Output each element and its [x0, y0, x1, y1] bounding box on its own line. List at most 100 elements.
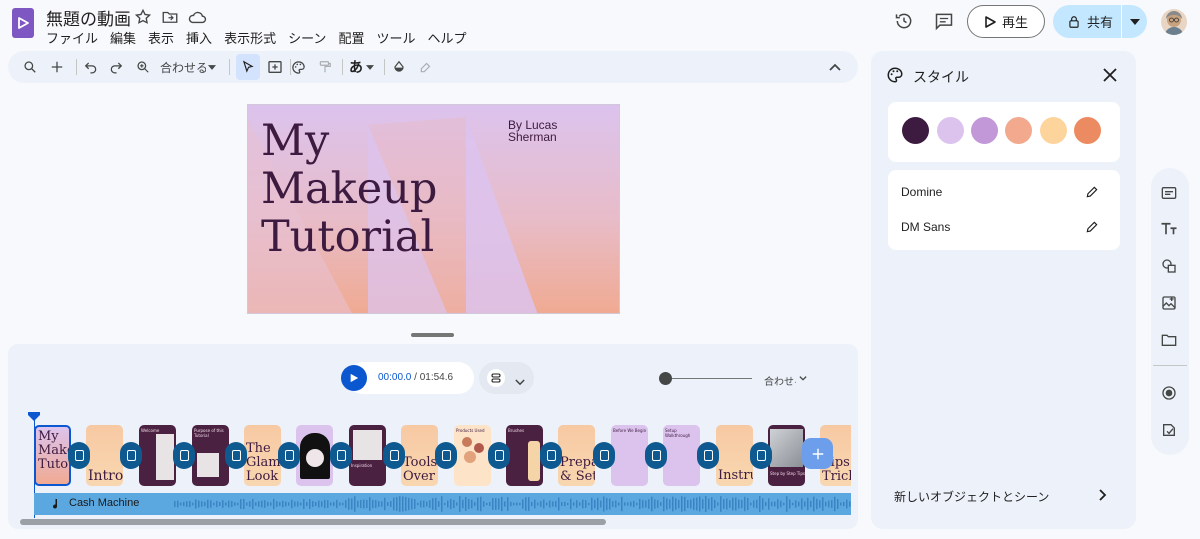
zoom-select[interactable]: 合わせる: [160, 59, 216, 76]
color-swatch[interactable]: [1040, 117, 1067, 144]
move-to-folder-icon[interactable]: [161, 8, 179, 26]
scene-thumbnail[interactable]: Inspiration: [349, 425, 386, 486]
text-box-icon[interactable]: [265, 57, 285, 77]
timeline-zoom-slider[interactable]: [659, 372, 672, 385]
fill-color-icon[interactable]: [389, 57, 409, 77]
zoom-select-label: 合わせる: [160, 61, 206, 75]
transition-button[interactable]: [750, 442, 772, 469]
transition-button[interactable]: [593, 442, 615, 469]
chevron-down-icon: [799, 376, 807, 381]
transition-button[interactable]: [173, 442, 195, 469]
scene-thumbnail[interactable]: Products Used: [454, 425, 491, 486]
scene-thumbnail[interactable]: [296, 425, 333, 486]
scene-thumbnail[interactable]: Purpose of this Tutorial: [192, 425, 229, 486]
chevron-right-icon[interactable]: [1099, 489, 1107, 504]
transition-button[interactable]: [383, 442, 405, 469]
menu-tools[interactable]: ツール: [370, 28, 421, 47]
heading-font-name: Domine: [901, 185, 943, 199]
slide-canvas[interactable]: My Makeup Tutorial By Lucas Sherman: [247, 104, 620, 314]
timeline-play-button[interactable]: [341, 365, 367, 391]
transition-button[interactable]: [488, 442, 510, 469]
scene-thumbnail[interactable]: Prepa & Set: [558, 425, 595, 486]
record-icon[interactable]: [1159, 383, 1179, 403]
document-title[interactable]: 無題の動画: [46, 5, 131, 30]
color-swatch[interactable]: [902, 117, 929, 144]
transition-button[interactable]: [540, 442, 562, 469]
transition-button[interactable]: [645, 442, 667, 469]
history-icon[interactable]: [888, 5, 920, 37]
menu-insert[interactable]: 挿入: [180, 28, 218, 47]
color-swatch[interactable]: [937, 117, 964, 144]
timeline-zoom-track[interactable]: [664, 378, 752, 379]
slide-title[interactable]: My Makeup Tutorial: [261, 117, 437, 261]
timeline-zoom-select[interactable]: 合わせる: [764, 373, 807, 388]
scene-thumbnail[interactable]: Intro: [86, 425, 123, 486]
add-icon[interactable]: [47, 57, 67, 77]
scene-thumbnail[interactable]: Welcome: [139, 425, 176, 486]
transition-button[interactable]: [68, 442, 90, 469]
add-scene-button[interactable]: [802, 438, 833, 469]
close-icon[interactable]: [1103, 68, 1117, 85]
transition-button[interactable]: [697, 442, 719, 469]
folder-icon[interactable]: [1159, 330, 1179, 350]
menu-file[interactable]: ファイル: [46, 28, 104, 47]
caret-down-icon: [1129, 18, 1140, 25]
menu-bar: ファイル 編集 表示 挿入 表示形式 シーン 配置 ツール ヘルプ: [46, 28, 472, 47]
menu-format[interactable]: 表示形式: [218, 28, 282, 47]
layout-icon[interactable]: [1159, 183, 1179, 203]
border-color-icon[interactable]: [416, 57, 436, 77]
scene-thumbnail[interactable]: Tools Over: [401, 425, 438, 486]
collapse-toolbar-icon[interactable]: [825, 57, 845, 77]
transition-button[interactable]: [278, 442, 300, 469]
play-button[interactable]: 再生: [967, 5, 1045, 38]
menu-view[interactable]: 表示: [142, 28, 180, 47]
color-swatch[interactable]: [1005, 117, 1032, 144]
transition-button[interactable]: [225, 442, 247, 469]
search-icon[interactable]: [20, 57, 40, 77]
chevron-down-icon[interactable]: [515, 374, 525, 389]
scene-thumbnail[interactable]: Brushes: [506, 425, 543, 486]
transition-button[interactable]: [120, 442, 142, 469]
edit-pencil-icon[interactable]: [1085, 220, 1099, 237]
share-dropdown-button[interactable]: [1121, 5, 1147, 38]
audio-track[interactable]: Cash Machine: [34, 493, 851, 515]
star-icon[interactable]: [134, 8, 152, 26]
zoom-icon[interactable]: [133, 57, 153, 77]
scene-thumbnail[interactable]: The Glam Look: [244, 425, 281, 486]
scene-thumbnail[interactable]: My Make Tuto: [34, 425, 71, 486]
palette-icon[interactable]: [288, 57, 308, 77]
new-objects-link[interactable]: 新しいオブジェクトとシーン: [894, 488, 1049, 505]
scene-thumbnail[interactable]: Step by Step Tips: [768, 425, 805, 486]
color-swatch[interactable]: [971, 117, 998, 144]
cloud-status-icon[interactable]: [187, 8, 207, 26]
select-cursor-icon[interactable]: [238, 57, 258, 77]
shapes-icon[interactable]: [1159, 256, 1179, 276]
text-icon[interactable]: [1159, 219, 1179, 239]
undo-icon[interactable]: [81, 57, 101, 77]
scene-settings-icon[interactable]: [487, 369, 505, 387]
timeline-scrollbar[interactable]: [20, 519, 606, 525]
scene-thumbnail[interactable]: Instru: [716, 425, 753, 486]
scene-thumbnail[interactable]: Setup Walkthrough: [663, 425, 700, 486]
music-note-icon: [53, 499, 58, 509]
transition-button[interactable]: [330, 442, 352, 469]
share-button[interactable]: 共有: [1053, 5, 1121, 38]
timeline-resize-handle[interactable]: [411, 333, 454, 337]
import-icon[interactable]: [1159, 420, 1179, 440]
menu-arrange[interactable]: 配置: [332, 28, 370, 47]
slide-author[interactable]: By Lucas Sherman: [508, 119, 557, 143]
vids-logo[interactable]: [12, 8, 34, 38]
menu-help[interactable]: ヘルプ: [421, 28, 472, 47]
text-style-icon[interactable]: あ: [349, 57, 374, 77]
edit-pencil-icon[interactable]: [1085, 185, 1099, 202]
comment-icon[interactable]: [928, 5, 960, 37]
scene-thumbnail[interactable]: Before We Begin: [611, 425, 648, 486]
image-icon[interactable]: [1159, 293, 1179, 313]
menu-edit[interactable]: 編集: [104, 28, 142, 47]
redo-icon[interactable]: [106, 57, 126, 77]
paint-format-icon[interactable]: [315, 57, 335, 77]
avatar[interactable]: [1161, 9, 1187, 35]
color-swatch[interactable]: [1074, 117, 1101, 144]
menu-scene[interactable]: シーン: [282, 28, 332, 47]
transition-button[interactable]: [435, 442, 457, 469]
